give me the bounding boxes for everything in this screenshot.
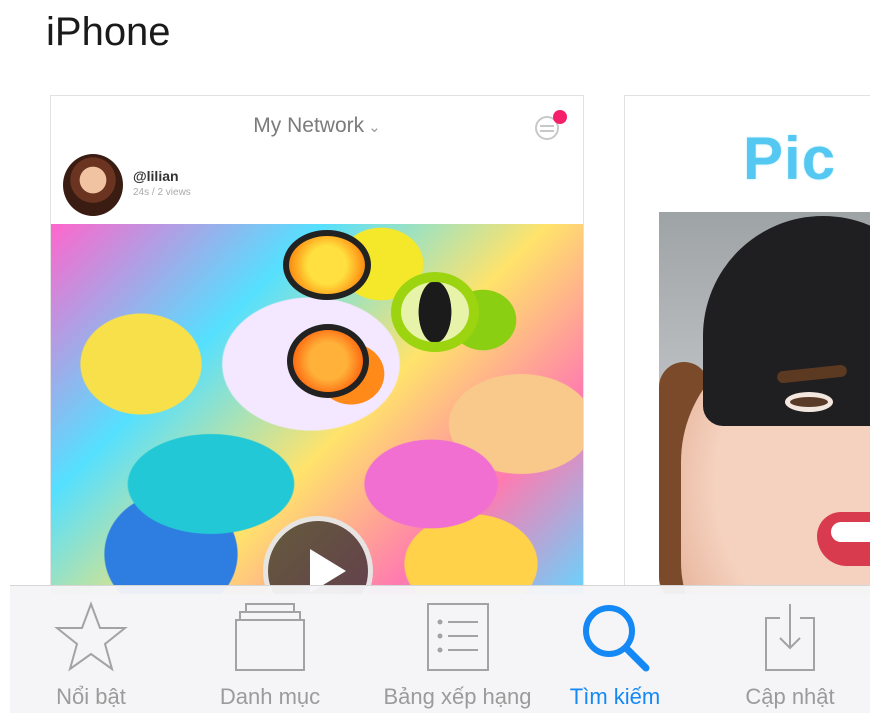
screenshot-nav-bar: My Network ⌄ — [51, 96, 583, 156]
username: @lilian — [133, 168, 179, 184]
tab-label: Bảng xếp hạng — [383, 684, 532, 709]
artwork-image — [51, 224, 583, 594]
beanie-shape — [703, 216, 870, 426]
play-icon[interactable] — [263, 516, 373, 594]
tab-updates[interactable]: Cập nhật — [715, 586, 865, 713]
list-icon — [426, 603, 489, 671]
green-lens — [391, 272, 479, 352]
tab-bar: Nổi bật Danh mục Bảng xếp hạng Tìm kiếm — [10, 585, 870, 713]
section-title: iPhone — [46, 10, 171, 54]
tab-label: Danh mục — [219, 684, 321, 709]
post-header: @lilian 24s / 2 views — [51, 154, 583, 222]
sunglasses-lens — [287, 324, 369, 398]
post-meta: 24s / 2 views — [133, 187, 191, 198]
sunglasses-lens — [283, 230, 371, 300]
app-screenshot-1[interactable]: My Network ⌄ @lilian 24s / 2 views — [50, 95, 584, 595]
tab-charts[interactable]: Bảng xếp hạng — [365, 586, 550, 713]
promo-title: Pic — [743, 125, 837, 192]
messages-icon — [535, 110, 567, 140]
search-icon — [583, 605, 650, 672]
tab-search[interactable]: Tìm kiếm — [545, 586, 685, 713]
app-screenshot-2[interactable]: Pic — [624, 95, 870, 595]
portrait-photo — [659, 212, 870, 594]
tab-label: Nổi bật — [56, 684, 126, 709]
tab-label: Cập nhật — [745, 684, 835, 709]
chevron-down-icon: ⌄ — [368, 119, 381, 136]
star-icon — [54, 601, 128, 672]
tab-categories[interactable]: Danh mục — [185, 586, 355, 713]
avatar — [63, 154, 123, 216]
download-icon — [765, 604, 815, 671]
tab-featured[interactable]: Nổi bật — [16, 586, 166, 713]
teeth-shape — [831, 522, 870, 542]
nav-title: My Network ⌄ — [51, 114, 583, 138]
nav-title-text: My Network — [253, 114, 365, 137]
tab-label: Tìm kiếm — [569, 684, 661, 709]
eye-shape — [785, 392, 833, 412]
categories-icon — [235, 603, 305, 671]
